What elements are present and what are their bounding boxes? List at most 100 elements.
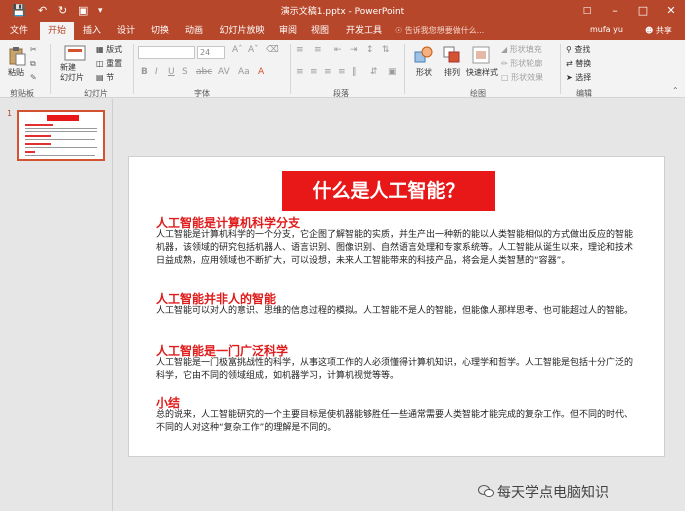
change-case-icon[interactable]: Aa bbox=[238, 67, 250, 77]
tell-me-search[interactable]: ☉ 告诉我您想要做什么... bbox=[395, 25, 484, 36]
underline-icon[interactable]: U bbox=[168, 67, 175, 77]
editing-group-label: 编辑 bbox=[576, 89, 592, 98]
tab-developer[interactable]: 开发工具 bbox=[340, 22, 388, 40]
tab-animations[interactable]: 动画 bbox=[180, 22, 208, 40]
lightbulb-icon: ☉ bbox=[395, 26, 403, 35]
shape-outline-button[interactable]: ✏ 形状轮廓 bbox=[501, 58, 542, 69]
tab-file[interactable]: 文件 bbox=[4, 22, 34, 40]
tab-design[interactable]: 设计 bbox=[112, 22, 140, 40]
slide-canvas[interactable]: 什么是人工智能？ 人工智能是计算机科学分支 人工智能是计算机科学的一个分支，它企… bbox=[128, 156, 665, 457]
shapes-icon[interactable] bbox=[414, 46, 434, 64]
tell-me-text: 告诉我您想要做什么... bbox=[404, 26, 485, 35]
ribbon-separator bbox=[133, 44, 134, 94]
cut-icon[interactable]: ✂ bbox=[30, 45, 37, 54]
section-icon: ▤ bbox=[96, 73, 104, 82]
character-spacing-icon[interactable]: AV bbox=[218, 67, 230, 77]
thumbnail-text-line bbox=[25, 147, 97, 148]
ribbon-display-options-icon[interactable]: □ bbox=[573, 0, 601, 22]
clipboard-group-label: 剪贴板 bbox=[10, 89, 34, 98]
thumbnail-text-line bbox=[25, 139, 95, 140]
tab-insert[interactable]: 插入 bbox=[78, 22, 106, 40]
select-button[interactable]: ➤ 选择 bbox=[566, 72, 591, 83]
title-bar: 💾 ↶ ↻ ▣ ▾ 演示文稿1.pptx - PowerPoint □ – □ … bbox=[0, 0, 685, 22]
quick-styles-icon[interactable] bbox=[472, 46, 490, 64]
format-painter-icon[interactable]: ✎ bbox=[30, 73, 37, 82]
font-size-combo[interactable]: 24 bbox=[197, 46, 225, 59]
increase-indent-icon[interactable]: ⇥ bbox=[350, 45, 358, 55]
shape-outline-label: 形状轮廓 bbox=[510, 59, 543, 68]
minimize-button[interactable]: – bbox=[601, 0, 629, 22]
shrink-font-icon[interactable]: Aˇ bbox=[248, 45, 259, 55]
tab-review[interactable]: 审阅 bbox=[274, 22, 302, 40]
tab-slideshow[interactable]: 幻灯片放映 bbox=[214, 22, 270, 40]
shape-fill-button[interactable]: ◢ 形状填充 bbox=[501, 44, 542, 55]
line-spacing-icon[interactable]: ↕ bbox=[366, 45, 374, 55]
slide-title[interactable]: 什么是人工智能？ bbox=[282, 171, 495, 211]
paste-button[interactable]: 粘贴 bbox=[8, 67, 24, 78]
close-button[interactable]: ✕ bbox=[657, 0, 685, 22]
tab-home[interactable]: 开始 bbox=[40, 22, 74, 40]
thumbnail-heading-line bbox=[25, 151, 35, 153]
thumbnail-heading-line bbox=[25, 143, 51, 145]
paste-icon[interactable] bbox=[8, 46, 26, 66]
align-right-icon[interactable]: ≡ bbox=[324, 67, 332, 77]
collapse-ribbon-icon[interactable]: ⌃ bbox=[672, 86, 679, 95]
grow-font-icon[interactable]: Aˆ bbox=[232, 45, 243, 55]
new-slide-button[interactable]: 新建 幻灯片 bbox=[60, 63, 84, 83]
font-color-icon[interactable]: A bbox=[258, 67, 264, 77]
bold-icon[interactable]: B bbox=[141, 67, 148, 77]
columns-icon[interactable]: ‖ bbox=[352, 67, 357, 77]
ribbon-separator bbox=[404, 44, 405, 94]
text-direction-icon[interactable]: ⇅ bbox=[382, 45, 390, 55]
align-center-icon[interactable]: ≡ bbox=[310, 67, 318, 77]
align-left-icon[interactable]: ≡ bbox=[296, 67, 304, 77]
bullets-icon[interactable]: ≡ bbox=[296, 45, 304, 55]
smartart-icon[interactable]: ▣ bbox=[388, 67, 397, 77]
tab-transitions[interactable]: 切换 bbox=[146, 22, 174, 40]
font-group-label: 字体 bbox=[194, 89, 210, 98]
thumbnail-text-line bbox=[25, 131, 97, 132]
section-button[interactable]: ▤ 节 bbox=[96, 72, 114, 83]
find-button[interactable]: ⚲ 查找 bbox=[566, 44, 590, 55]
share-button[interactable]: ☻ 共享 bbox=[645, 25, 672, 36]
cursor-icon: ➤ bbox=[566, 73, 573, 82]
section-body[interactable]: 总的说来，人工智能研究的一个主要目标是使机器能够胜任一些通常需要人类智能才能完成… bbox=[156, 409, 638, 435]
thumbnail-heading-line bbox=[25, 135, 51, 137]
copy-icon[interactable]: ⧉ bbox=[30, 59, 36, 69]
slide-number: 1 bbox=[7, 109, 13, 118]
shapes-button[interactable]: 形状 bbox=[416, 67, 432, 78]
shape-effects-label: 形状效果 bbox=[511, 73, 544, 82]
justify-icon[interactable]: ≡ bbox=[338, 67, 346, 77]
arrange-icon[interactable] bbox=[443, 46, 461, 64]
align-text-icon[interactable]: ⇵ bbox=[370, 67, 378, 77]
new-slide-icon[interactable] bbox=[64, 45, 86, 61]
ribbon-separator bbox=[290, 44, 291, 94]
shadow-icon[interactable]: S bbox=[182, 67, 188, 77]
strikethrough-icon[interactable]: abc bbox=[196, 67, 212, 77]
ribbon-separator bbox=[50, 44, 51, 94]
layout-button[interactable]: ▦ 版式 bbox=[96, 44, 122, 55]
reset-button[interactable]: ◫ 重置 bbox=[96, 58, 122, 69]
thumbnail-title-bar bbox=[47, 115, 79, 121]
font-name-combo[interactable] bbox=[138, 46, 195, 59]
arrange-button[interactable]: 排列 bbox=[444, 67, 460, 78]
clear-formatting-icon[interactable]: ⌫ bbox=[266, 45, 279, 55]
slide-thumbnail[interactable] bbox=[17, 110, 105, 161]
replace-button[interactable]: ⇄ 替换 bbox=[566, 58, 591, 69]
paint-bucket-icon: ◢ bbox=[501, 45, 508, 54]
share-label: 共享 bbox=[655, 26, 672, 35]
section-body[interactable]: 人工智能是计算机科学的一个分支，它企图了解智能的实质，并生产出一种新的能以人类智… bbox=[156, 229, 638, 268]
user-account[interactable]: mufa yu bbox=[590, 25, 623, 34]
effects-icon: □ bbox=[501, 73, 509, 82]
italic-icon[interactable]: I bbox=[155, 67, 158, 77]
section-body[interactable]: 人工智能可以对人的意识、思维的信息过程的模拟。人工智能不是人的智能，但能像人那样… bbox=[156, 305, 638, 318]
maximize-button[interactable]: □ bbox=[629, 0, 657, 22]
decrease-indent-icon[interactable]: ⇤ bbox=[334, 45, 342, 55]
shape-effects-button[interactable]: □ 形状效果 bbox=[501, 72, 543, 83]
wechat-icon bbox=[478, 485, 494, 497]
section-body[interactable]: 人工智能是一门极富挑战性的科学，从事这项工作的人必须懂得计算机知识，心理学和哲学… bbox=[156, 357, 638, 383]
tab-view[interactable]: 视图 bbox=[306, 22, 334, 40]
numbering-icon[interactable]: ≡ bbox=[314, 45, 322, 55]
quick-styles-button[interactable]: 快速样式 bbox=[466, 67, 498, 78]
section-label: 节 bbox=[106, 73, 115, 82]
